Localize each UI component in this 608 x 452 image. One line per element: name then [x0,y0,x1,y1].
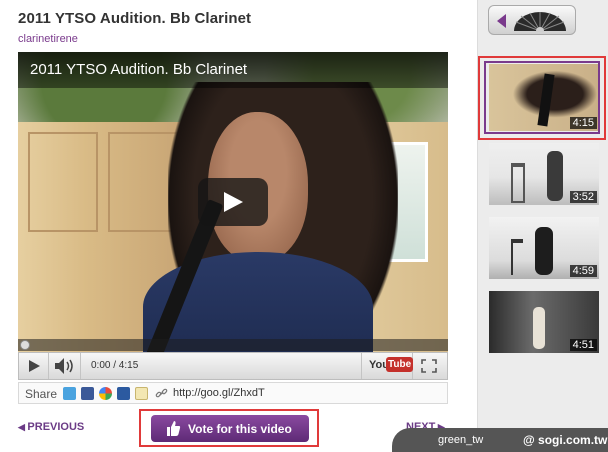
facebook-icon[interactable] [81,387,94,400]
author-link[interactable]: clarinetirene [18,33,78,45]
playlist-thumb[interactable]: 4:59 [489,217,599,279]
volume-icon [55,358,73,374]
share-url[interactable]: http://goo.gl/ZhxdT [173,387,265,399]
thumb-figure-stand [511,239,523,275]
fullscreen-icon [421,359,437,373]
thumb-duration: 4:59 [569,265,597,277]
thumb-figure [533,307,545,349]
share-bar: Share http://goo.gl/ZhxdT [18,382,448,404]
chevron-left-icon: ◀ [18,422,28,432]
thumb-figure [535,227,553,275]
thumbs-up-icon [167,421,181,436]
watermark-bar: green_tw @ sogi.com.tw [392,428,608,452]
page-title: 2011 YTSO Audition. Bb Clarinet [18,10,252,27]
link-icon[interactable] [155,387,168,400]
email-icon[interactable] [135,387,148,400]
thumb-figure-stand [511,163,525,203]
playlist-back-button[interactable] [488,5,576,35]
video-overlay-title[interactable]: 2011 YTSO Audition. Bb Clarinet [30,61,247,78]
time-display: 0:00 / 4:15 [91,360,139,371]
vote-button[interactable]: Vote for this video [151,415,309,442]
playlist-thumb[interactable]: 3:52 [489,143,599,205]
progress-handle[interactable] [20,340,30,350]
share-label: Share [25,387,58,401]
progress-bar[interactable] [18,339,448,351]
video-title-bar: 2011 YTSO Audition. Bb Clarinet [18,52,448,88]
selected-thumb-border [484,61,600,134]
thumb-figure [547,151,563,201]
volume-button[interactable] [49,353,81,379]
previous-link[interactable]: ◀ PREVIOUS [18,421,84,433]
video-player[interactable]: 2011 YTSO Audition. Bb Clarinet [18,52,448,352]
playlist-thumb[interactable]: 4:51 [489,291,599,353]
twitter-icon[interactable] [63,387,76,400]
vote-label: Vote for this video [188,422,292,436]
fullscreen-button[interactable] [421,359,437,373]
watermark-user: green_tw [438,434,484,446]
play-icon [224,192,243,212]
thumb-duration: 3:52 [569,191,597,203]
youtube-logo[interactable]: You Tube [361,353,414,379]
play-button[interactable] [19,353,49,379]
player-controls: 0:00 / 4:15 You Tube [18,352,448,380]
thumb-duration: 4:51 [569,339,597,351]
chevron-left-icon [497,14,506,28]
play-button-overlay[interactable] [198,178,268,226]
previous-label: PREVIOUS [27,421,85,433]
myspace-icon[interactable] [117,387,130,400]
youtube-logo-tube: Tube [386,357,414,372]
watermark-site: @ sogi.com.tw [523,433,608,447]
play-icon [29,360,40,372]
google-buzz-icon[interactable] [99,387,112,400]
fan-icon [514,12,566,32]
